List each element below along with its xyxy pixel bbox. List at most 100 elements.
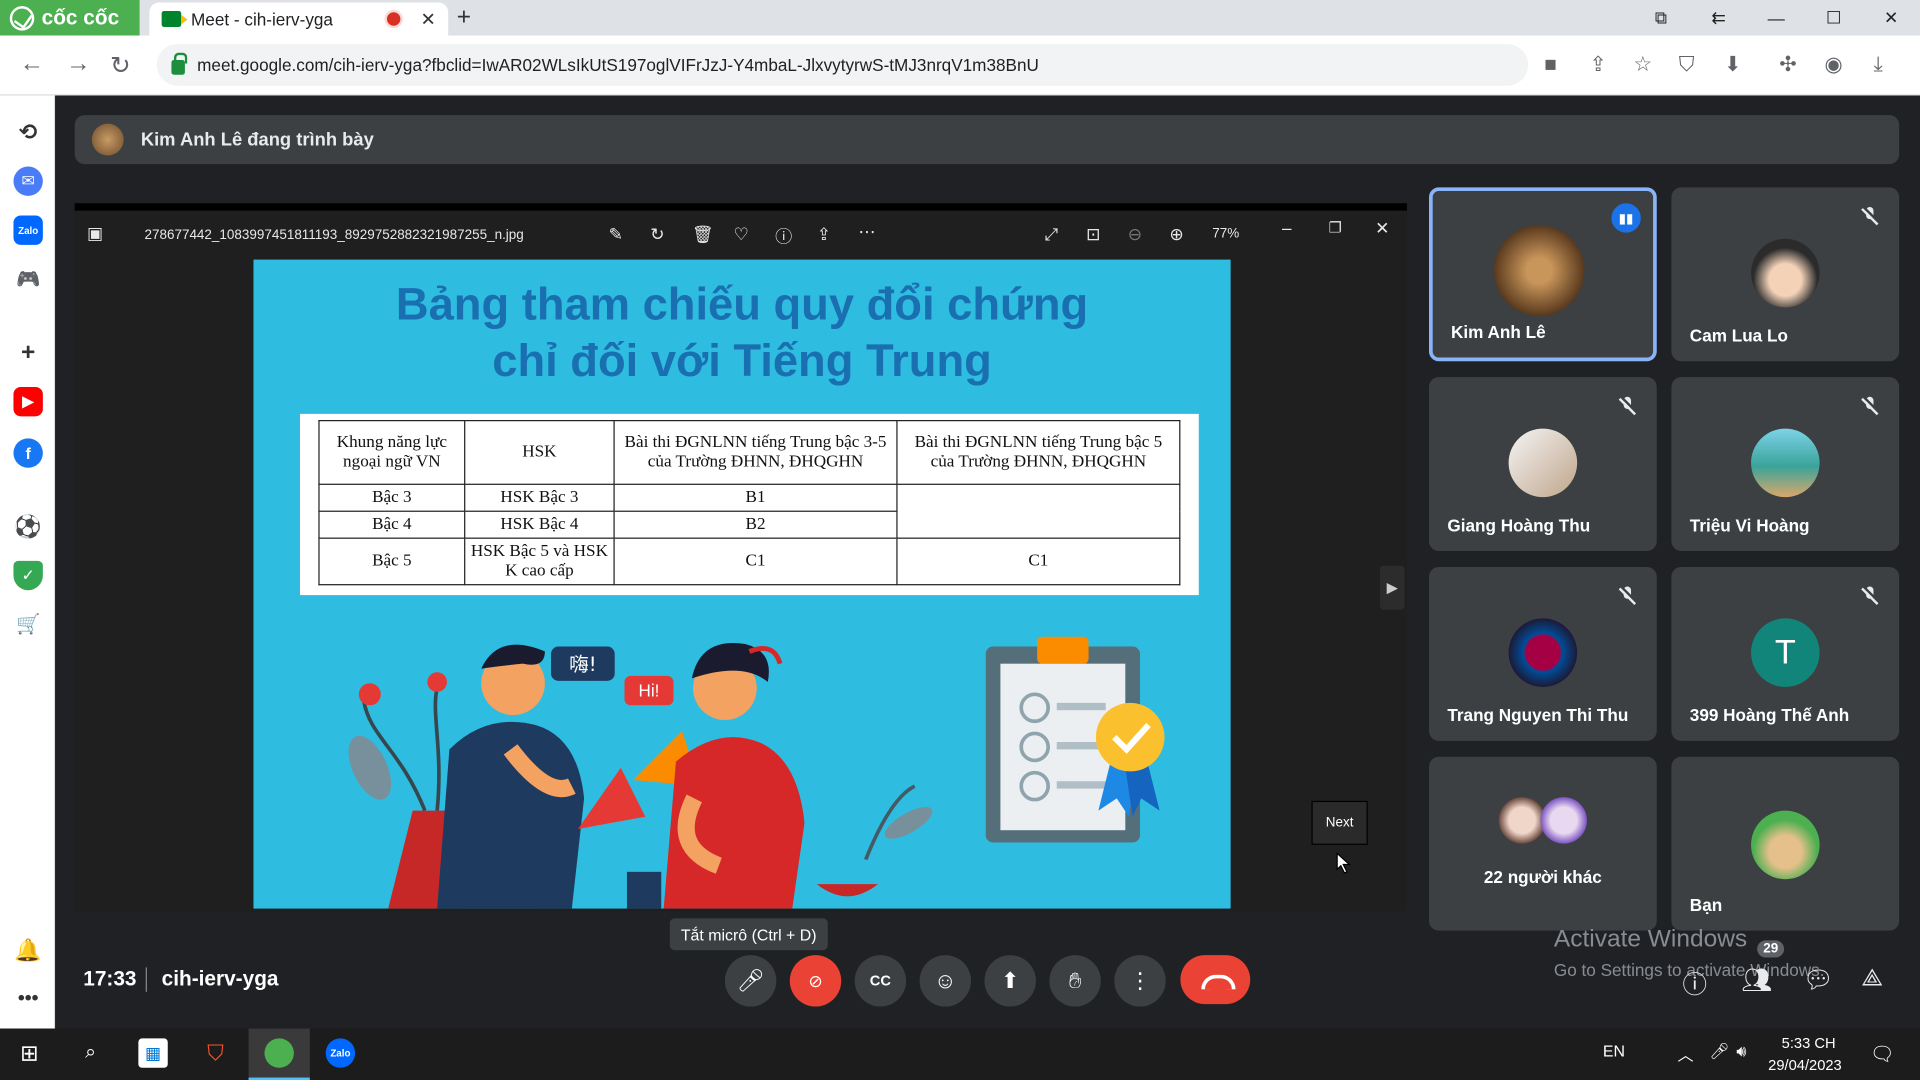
- meet-icon: [161, 11, 188, 27]
- shield-sidebar-icon[interactable]: ✓: [13, 560, 43, 591]
- more-options-button[interactable]: ⋮: [1114, 955, 1166, 1007]
- avatar: [1751, 238, 1820, 308]
- history-icon[interactable]: ⟲: [13, 118, 42, 147]
- youtube-icon[interactable]: ▶: [13, 386, 43, 417]
- captions-button[interactable]: CC: [854, 955, 907, 1007]
- speaking-indicator-icon: ▮▮: [1611, 203, 1641, 233]
- participant-tile[interactable]: Triệu Vi Hoàng: [1671, 377, 1900, 552]
- participant-tile[interactable]: ▮▮ Kim Anh Lê: [1428, 187, 1657, 362]
- back-history-icon[interactable]: ⇇: [1690, 7, 1748, 28]
- reload-button[interactable]: ↻: [110, 50, 131, 81]
- tab-meet[interactable]: Meet - cih-ierv-yga ✕: [149, 2, 449, 36]
- coccoc-icon: [264, 1038, 294, 1068]
- coccoc-taskbar-button[interactable]: [248, 1028, 310, 1080]
- shield-icon[interactable]: ⛉: [1679, 53, 1695, 77]
- zoom-out-icon[interactable]: ⊖: [1128, 224, 1142, 245]
- taskbar-clock[interactable]: 5:33 CH: [1782, 1035, 1836, 1052]
- participant-tile[interactable]: Cam Lua Lo: [1671, 187, 1900, 362]
- table-cell: C1: [896, 537, 1181, 586]
- browser-brand: cốc cốc: [41, 5, 120, 29]
- add-sidebar-icon[interactable]: +: [13, 338, 42, 367]
- info-icon[interactable]: ⓘ: [775, 224, 792, 248]
- share-icon[interactable]: ⇪: [817, 224, 831, 245]
- store-icon[interactable]: ▦: [138, 1038, 168, 1068]
- minimize-button[interactable]: —: [1747, 8, 1805, 28]
- camera-off-icon: ⊘: [808, 970, 823, 991]
- emoji-button[interactable]: ☺: [919, 955, 972, 1007]
- present-button[interactable]: ⬆: [984, 955, 1036, 1007]
- new-tab-button[interactable]: +: [457, 4, 471, 32]
- screen: cốc cốc Meet - cih-ierv-yga ✕ + ⧉ ⇇ — ☐ ✕ ← →…: [0, 0, 1920, 1080]
- search-icon[interactable]: ⌕: [76, 1038, 105, 1067]
- viewer-restore-button[interactable]: ❐: [1329, 219, 1342, 236]
- activities-icon[interactable]: ⟁: [1861, 965, 1883, 993]
- more-icon[interactable]: •••: [13, 984, 42, 1013]
- participant-tile[interactable]: Trang Nguyen Thi Thu: [1428, 566, 1657, 741]
- taskbar-date[interactable]: 29/04/2023: [1768, 1057, 1842, 1074]
- delete-icon[interactable]: 🗑: [692, 224, 714, 245]
- football-icon[interactable]: ⚽: [13, 512, 42, 541]
- bookmark-star-icon[interactable]: ☆: [1633, 53, 1652, 77]
- browser-menu-button[interactable]: cốc cốc: [0, 0, 140, 36]
- shop-icon[interactable]: 🛒: [13, 610, 42, 639]
- people-icon[interactable]: 👥︎: [1741, 965, 1772, 996]
- extensions-icon[interactable]: ✣: [1779, 53, 1796, 77]
- volume-icon[interactable]: 🔊︎: [1736, 1042, 1746, 1062]
- camera-off-button[interactable]: ⊘: [789, 955, 842, 1007]
- screenshot-icon[interactable]: ⧉: [1632, 7, 1690, 28]
- more-options-icon[interactable]: ⋯: [858, 222, 875, 243]
- meeting-code: cih-ierv-yga: [161, 967, 279, 991]
- zoom-in-icon[interactable]: ⊕: [1169, 224, 1183, 245]
- next-image-button[interactable]: ▶: [1380, 565, 1405, 610]
- hand-icon: ✋︎: [1068, 967, 1082, 993]
- participant-name: Trang Nguyen Thi Thu: [1447, 705, 1629, 725]
- table-cell: B1: [613, 483, 898, 512]
- close-tab-icon[interactable]: ✕: [421, 8, 436, 30]
- forward-button[interactable]: →: [66, 50, 90, 78]
- mic-button[interactable]: 🎤︎: [724, 955, 777, 1007]
- presenter-avatar: [91, 123, 124, 156]
- zalo-taskbar-icon[interactable]: Zalo: [325, 1038, 356, 1068]
- chat-icon[interactable]: 💬︎: [1802, 965, 1833, 996]
- maximize-button[interactable]: ☐: [1805, 7, 1863, 28]
- participant-tile[interactable]: Giang Hoàng Thu: [1428, 377, 1657, 552]
- tray-mic-icon[interactable]: 🎤︎: [1709, 1042, 1729, 1062]
- tray-arrow-icon[interactable]: ︿: [1678, 1042, 1694, 1065]
- table-header: Bài thi ĐGNLNN tiếng Trung bậc 3-5 của T…: [613, 420, 898, 485]
- actual-size-icon[interactable]: ⊡: [1086, 224, 1100, 245]
- share-icon[interactable]: ⇪: [1589, 53, 1606, 77]
- self-tile[interactable]: Bạn: [1671, 756, 1900, 931]
- notification-center-icon[interactable]: 🗨︎: [1870, 1042, 1895, 1066]
- viewer-close-button[interactable]: ✕: [1375, 218, 1389, 239]
- viewer-minimize-button[interactable]: –: [1282, 218, 1292, 238]
- close-window-button[interactable]: ✕: [1862, 7, 1920, 28]
- table-cell: HSK Bậc 3: [464, 483, 615, 512]
- back-button[interactable]: ←: [20, 50, 44, 78]
- notification-bell-icon[interactable]: 🔔: [13, 936, 42, 965]
- edit-icon[interactable]: ✎: [609, 224, 623, 245]
- zalo-icon[interactable]: Zalo: [13, 215, 43, 245]
- meeting-info-icon[interactable]: ⓘ: [1682, 965, 1706, 1001]
- table-cell: HSK Bậc 4: [464, 510, 615, 539]
- profile-icon[interactable]: ◉: [1825, 53, 1843, 77]
- url-field[interactable]: meet.google.com/cih-ierv-yga?fbclid=IwAR…: [156, 44, 1529, 86]
- fullscreen-icon[interactable]: ⤢: [1044, 224, 1058, 245]
- downloads-icon[interactable]: ⤓: [1873, 53, 1882, 77]
- game-icon[interactable]: 🎮: [13, 264, 42, 293]
- download-page-icon[interactable]: ⬇: [1724, 53, 1741, 77]
- presentation-stage: ▣ 278677442_1083997451811193_89297528823…: [74, 203, 1407, 912]
- brave-icon[interactable]: ⛉: [201, 1038, 230, 1067]
- participant-tile[interactable]: T 399 Hoàng Thế Anh: [1671, 566, 1900, 741]
- camera-icon[interactable]: ■: [1544, 53, 1557, 77]
- favorite-icon[interactable]: ♡: [733, 224, 748, 245]
- others-tile[interactable]: 22 người khác: [1428, 756, 1657, 931]
- facebook-icon[interactable]: f: [13, 438, 43, 468]
- rotate-icon[interactable]: ↻: [650, 224, 664, 245]
- language-indicator[interactable]: EN: [1603, 1042, 1625, 1060]
- raise-hand-button[interactable]: ✋︎: [1049, 955, 1101, 1007]
- messenger-icon[interactable]: ✉: [13, 166, 43, 196]
- windows-start-icon[interactable]: ⊞: [15, 1038, 44, 1067]
- photos-app-icon: ▣: [86, 222, 104, 243]
- end-call-button[interactable]: [1180, 955, 1251, 1005]
- mic-off-icon: [1860, 396, 1880, 417]
